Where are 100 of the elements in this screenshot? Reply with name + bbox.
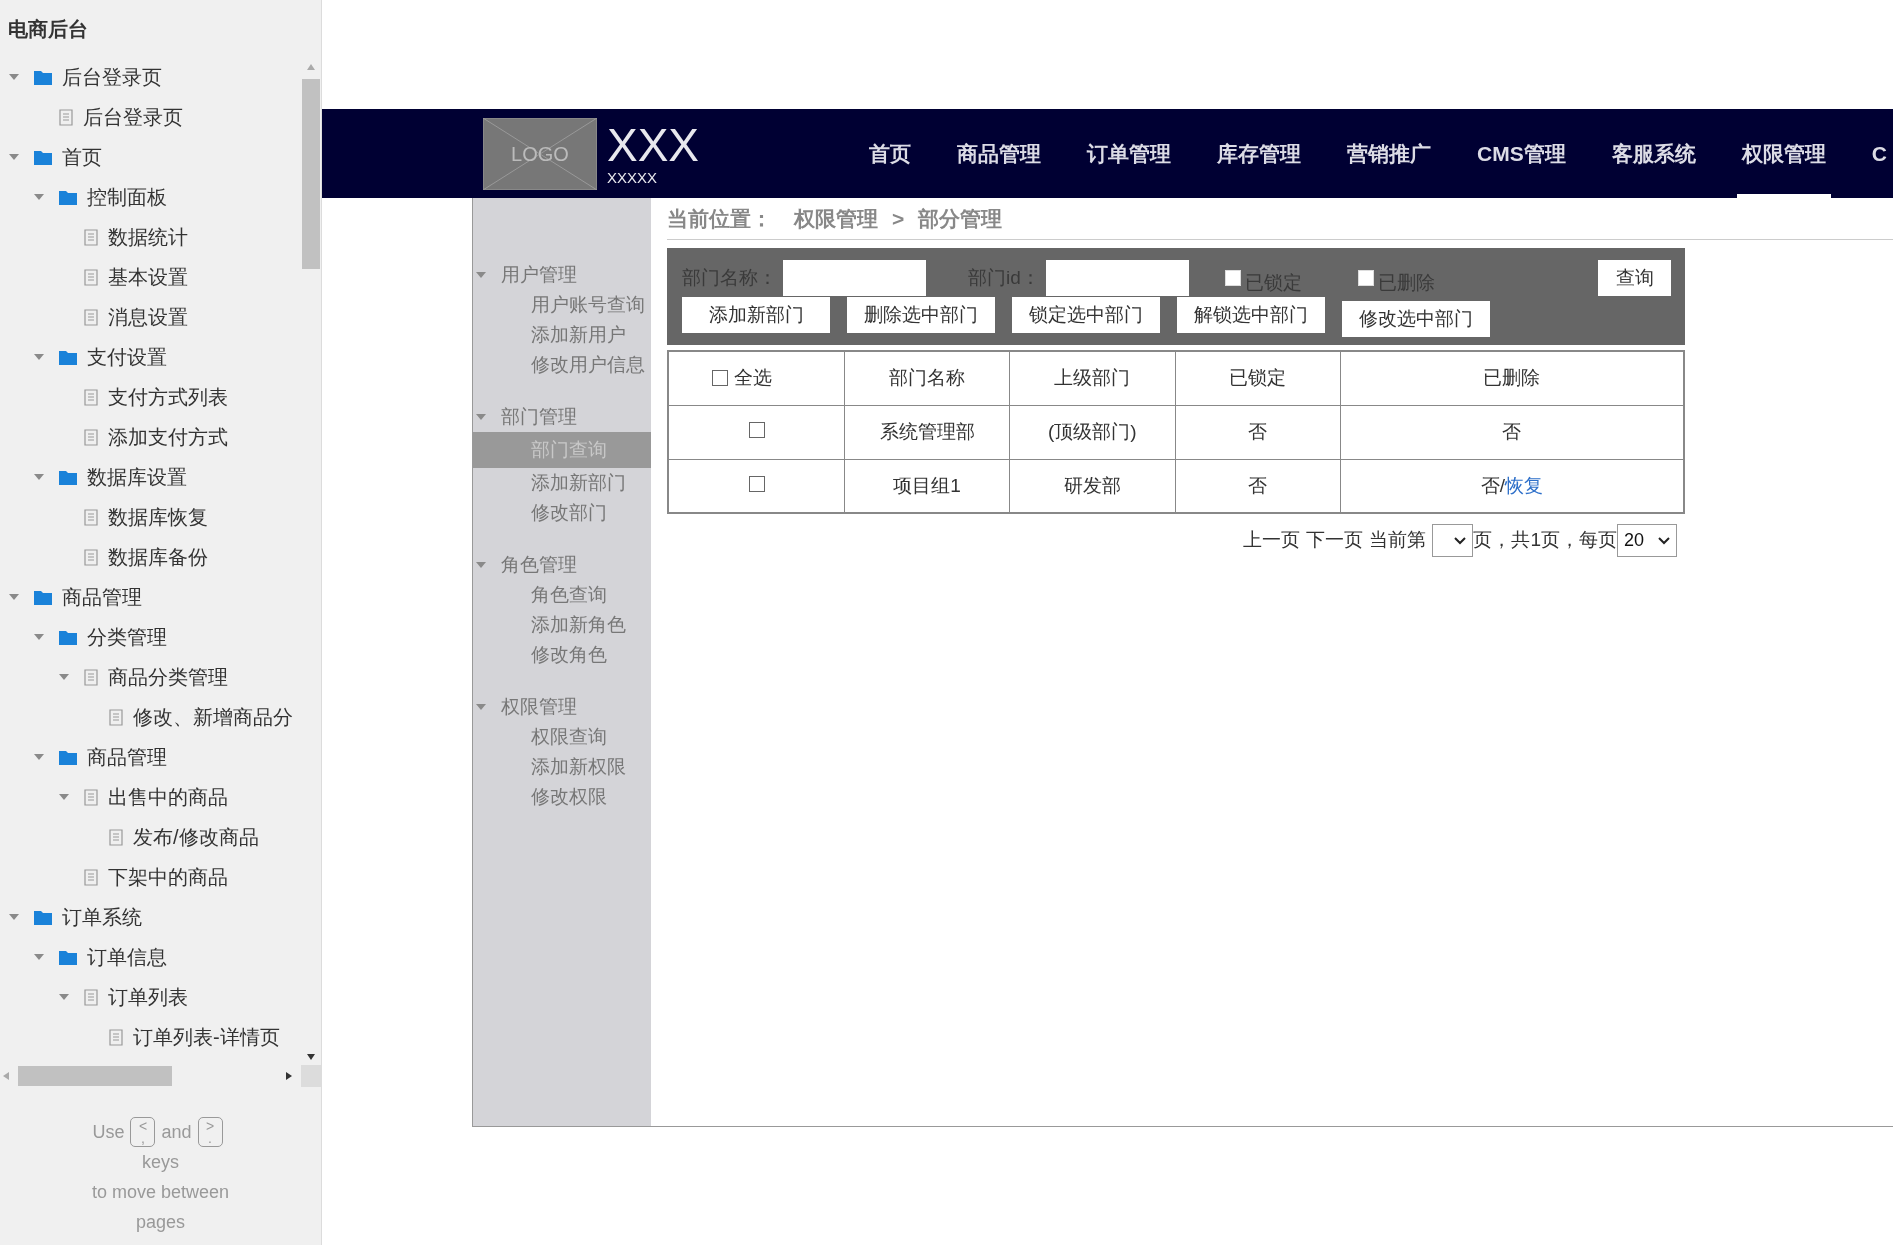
scroll-right-arrow-icon[interactable] — [285, 1071, 293, 1081]
folder-icon — [59, 949, 77, 965]
tree-item[interactable]: 修改、新增商品分 — [133, 702, 293, 732]
tree-item[interactable]: 数据库恢复 — [108, 502, 208, 532]
nav-tab[interactable]: 订单管理 — [1082, 109, 1176, 198]
action-button[interactable]: 删除选中部门 — [847, 297, 995, 333]
action-button[interactable]: 解锁选中部门 — [1177, 297, 1325, 333]
scroll-down-arrow-icon[interactable] — [306, 1053, 316, 1061]
breadcrumb-link[interactable]: 部分管理 — [918, 202, 1003, 235]
table-cell: 否 — [1175, 405, 1341, 459]
table-header-cell: 已锁定 — [1175, 351, 1341, 405]
breadcrumb-separator: > — [892, 205, 905, 232]
nav-tab[interactable]: 首页 — [864, 109, 916, 198]
page-size-value: 20 — [1624, 529, 1645, 552]
checkbox[interactable] — [711, 370, 728, 387]
scroll-left-arrow-icon[interactable] — [2, 1071, 10, 1081]
tree-item[interactable]: 订单信息 — [87, 942, 167, 972]
table-cell: 系统管理部 — [844, 405, 1010, 459]
page-select[interactable] — [1432, 524, 1474, 557]
brand-name: XXX — [607, 122, 700, 168]
tree-item[interactable]: 后台登录页 — [83, 102, 183, 132]
nav-tab[interactable]: 客服系统 — [1606, 109, 1701, 198]
tree-item[interactable]: 订单列表-详情页 — [133, 1022, 280, 1052]
tree-item[interactable]: 添加支付方式 — [108, 422, 228, 452]
text-field[interactable] — [783, 260, 926, 296]
folder-icon — [34, 909, 52, 925]
breadcrumb-label: 当前位置： — [667, 205, 772, 232]
folder-icon — [59, 749, 77, 765]
restore-link[interactable]: 恢复 — [1504, 474, 1543, 496]
page-icon — [84, 268, 98, 286]
tree-item[interactable]: 出售中的商品 — [108, 782, 228, 812]
scrollbar-thumb[interactable] — [18, 1066, 172, 1086]
chevron-down-icon — [1658, 536, 1670, 545]
page-size-select[interactable]: 20 — [1617, 524, 1677, 557]
page-icon — [84, 868, 98, 886]
tree-item[interactable]: 消息设置 — [108, 302, 188, 332]
scrollbar-thumb[interactable] — [302, 79, 320, 269]
prev-page-link[interactable]: 上一页 — [1243, 526, 1301, 555]
page-icon — [109, 828, 123, 846]
scroll-up-arrow-icon[interactable] — [306, 63, 316, 71]
key-cap: > . — [197, 1117, 223, 1147]
tree-item[interactable]: 分类管理 — [87, 622, 167, 652]
hint-text: keys — [142, 1151, 179, 1174]
select-all-label: 全选 — [733, 366, 772, 390]
page-icon — [84, 508, 98, 526]
hint-text: Use — [92, 1121, 125, 1144]
tree-item[interactable]: 数据库备份 — [108, 542, 208, 572]
folder-icon — [34, 149, 52, 165]
tree-item[interactable]: 发布/修改商品 — [133, 822, 259, 852]
nav-tab[interactable]: CMS管理 — [1472, 109, 1571, 198]
hint-text: to move between — [91, 1181, 230, 1204]
page-icon — [109, 708, 123, 726]
tree-item[interactable]: 支付设置 — [87, 342, 167, 372]
folder-icon — [34, 69, 52, 85]
nav-tab[interactable]: C — [1866, 109, 1892, 198]
table-header-cell: 上级部门 — [1009, 351, 1175, 405]
table-cell: (顶级部门) — [1009, 405, 1175, 459]
table-header-cell: 部门名称 — [844, 351, 1010, 405]
nav-tab[interactable]: 权限管理 — [1736, 109, 1831, 198]
tree-item[interactable]: 后台登录页 — [62, 62, 162, 92]
tree-item[interactable]: 控制面板 — [87, 182, 167, 212]
chevron-down-icon — [1454, 536, 1467, 545]
folder-icon — [59, 349, 77, 365]
folder-icon — [59, 629, 77, 645]
checkbox[interactable] — [748, 421, 765, 438]
tree-item[interactable]: 支付方式列表 — [108, 382, 228, 412]
hint-text: and — [161, 1121, 192, 1144]
logo: LOGO — [483, 117, 597, 190]
action-button[interactable]: 修改选中部门 — [1342, 301, 1490, 337]
tree-item[interactable]: 商品分类管理 — [108, 662, 228, 692]
nav-tab[interactable]: 营销推广 — [1342, 109, 1436, 198]
tree-item[interactable]: 商品管理 — [62, 582, 142, 612]
next-page-link[interactable]: 下一页 — [1306, 526, 1364, 555]
action-button[interactable]: 添加新部门 — [682, 297, 830, 333]
action-button[interactable]: 锁定选中部门 — [1012, 297, 1160, 333]
page-icon — [59, 108, 73, 126]
page-icon — [84, 668, 98, 686]
page-icon — [84, 428, 98, 446]
brand-subtitle: XXXXX — [607, 170, 659, 185]
folder-icon — [34, 589, 52, 605]
page-icon — [84, 988, 98, 1006]
folder-icon — [59, 189, 77, 205]
key-cap: < , — [130, 1117, 156, 1147]
nav-tab[interactable]: 商品管理 — [952, 109, 1046, 198]
tree-item[interactable]: 数据统计 — [108, 222, 188, 252]
tree-item[interactable]: 商品管理 — [87, 742, 167, 772]
breadcrumb-link[interactable]: 权限管理 — [794, 202, 878, 235]
tree-item[interactable]: 首页 — [62, 142, 102, 172]
tree-item[interactable]: 下架中的商品 — [108, 862, 228, 892]
checkbox[interactable] — [748, 475, 765, 492]
tree-item[interactable]: 基本设置 — [108, 262, 188, 292]
sidebar-title: 电商后台 — [8, 16, 88, 42]
pagination-text: 当前第 — [1369, 528, 1427, 553]
text-field[interactable] — [1045, 260, 1189, 296]
tree-item[interactable]: 数据库设置 — [87, 462, 187, 492]
nav-tab[interactable]: 库存管理 — [1212, 109, 1306, 198]
search-button[interactable]: 查询 — [1598, 260, 1671, 296]
tree-item[interactable]: 订单系统 — [62, 902, 142, 932]
page-icon — [109, 1028, 123, 1046]
tree-item[interactable]: 订单列表 — [108, 982, 188, 1012]
